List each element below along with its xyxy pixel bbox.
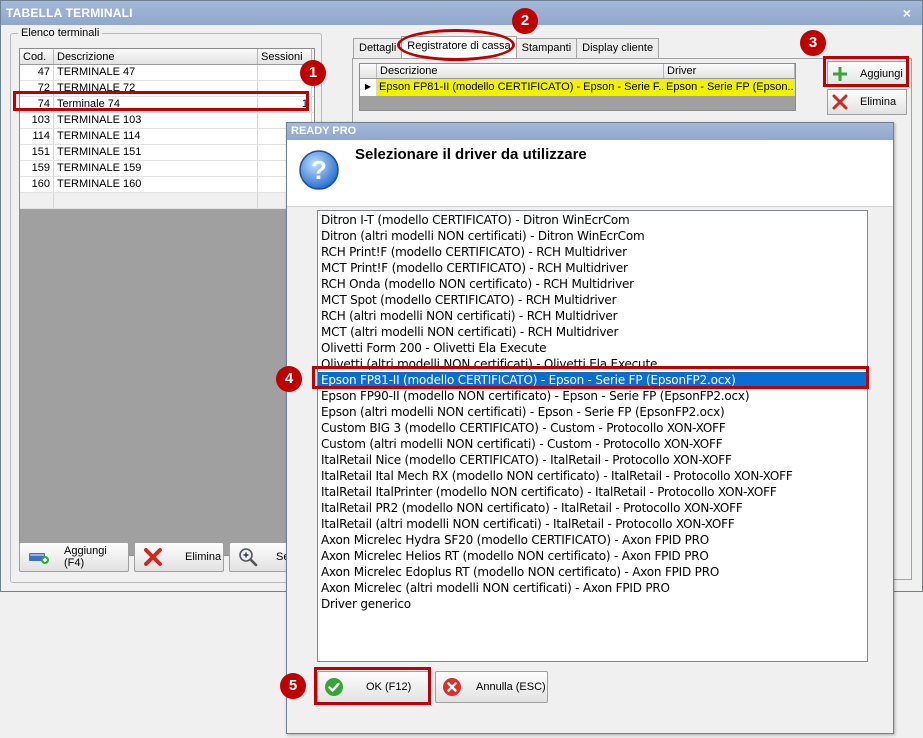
question-icon: ? bbox=[298, 149, 340, 191]
highlight-add-button bbox=[823, 56, 909, 87]
cell-driver: Epson - Serie FP (Epson... bbox=[664, 79, 795, 96]
table-row[interactable]: 151 TERMINALE 151 bbox=[20, 145, 314, 161]
table-row[interactable]: 114 TERMINALE 114 bbox=[20, 129, 314, 145]
list-item[interactable]: Ditron (altri modelli NON certificati) -… bbox=[318, 228, 867, 244]
delete-x-icon bbox=[832, 94, 848, 110]
cell-cod: 151 bbox=[20, 145, 54, 160]
tab-stampanti[interactable]: Stampanti bbox=[515, 38, 578, 58]
window-title: TABELLA TERMINALI bbox=[6, 6, 133, 20]
list-item[interactable]: ItalRetail PR2 (modello NON certificato)… bbox=[318, 500, 867, 516]
table-row-new[interactable] bbox=[20, 193, 314, 209]
annotation-marker-3: 3 bbox=[800, 30, 826, 56]
annotation-marker-5: 5 bbox=[280, 673, 306, 699]
highlight-ok-button bbox=[314, 667, 431, 705]
add-terminal-button[interactable]: Aggiungi (F4) bbox=[19, 542, 129, 572]
list-item[interactable]: Custom (altri modelli NON certificati) -… bbox=[318, 436, 867, 452]
cancel-label: Annulla (ESC) bbox=[476, 681, 546, 693]
cell-desc bbox=[54, 193, 258, 208]
table-row[interactable]: 160 TERMINALE 160 bbox=[20, 177, 314, 193]
column-header-driver[interactable]: Driver bbox=[664, 64, 795, 78]
cash-register-grid: Descrizione Driver ▶ Epson FP81-II (mode… bbox=[359, 63, 796, 111]
list-item[interactable]: MCT Print!F (modello CERTIFICATO) - RCH … bbox=[318, 260, 867, 276]
list-item[interactable]: Axon Micrelec Hydra SF20 (modello CERTIF… bbox=[318, 532, 867, 548]
cancel-button[interactable]: Annulla (ESC) bbox=[435, 671, 548, 703]
table-row[interactable]: ▶ Epson FP81-II (modello CERTIFICATO) - … bbox=[360, 79, 795, 96]
cell-desc: TERMINALE 114 bbox=[54, 129, 258, 144]
table-row[interactable]: 47 TERMINALE 47 bbox=[20, 65, 314, 81]
cell-cod: 103 bbox=[20, 113, 54, 128]
add-terminal-label: Aggiungi (F4) bbox=[64, 545, 107, 569]
delete-terminal-button[interactable]: Elimina bbox=[134, 542, 224, 572]
dialog-heading: Selezionare il driver da utilizzare bbox=[355, 146, 587, 163]
list-item[interactable]: ItalRetail ItalPrinter (modello NON cert… bbox=[318, 484, 867, 500]
search-zoom-icon bbox=[238, 547, 258, 567]
cell-cod: 159 bbox=[20, 161, 54, 176]
list-item[interactable]: Epson (altri modelli NON certificati) - … bbox=[318, 404, 867, 420]
close-button[interactable]: × bbox=[898, 4, 916, 22]
add-terminal-icon bbox=[28, 549, 50, 565]
row-indicator-header bbox=[360, 64, 377, 78]
annotation-marker-4: 4 bbox=[276, 366, 302, 392]
column-header-cod[interactable]: Cod. bbox=[20, 49, 54, 64]
table-row[interactable]: 159 TERMINALE 159 bbox=[20, 161, 314, 177]
terminals-group-label: Elenco terminali bbox=[18, 27, 103, 39]
cell-desc: Epson FP81-II (modello CERTIFICATO) - Ep… bbox=[377, 79, 664, 96]
cell-desc: TERMINALE 160 bbox=[54, 177, 258, 192]
list-item[interactable]: Olivetti Form 200 - Olivetti Ela Execute bbox=[318, 340, 867, 356]
delete-terminal-label: Elimina bbox=[185, 551, 222, 563]
cell-cod: 160 bbox=[20, 177, 54, 192]
cell-desc: TERMINALE 151 bbox=[54, 145, 258, 160]
cell-desc: TERMINALE 159 bbox=[54, 161, 258, 176]
cell-desc: TERMINALE 103 bbox=[54, 113, 258, 128]
cell-cod: 47 bbox=[20, 65, 54, 80]
list-item[interactable]: ItalRetail (altri modelli NON certificat… bbox=[318, 516, 867, 532]
row-indicator-arrow-icon: ▶ bbox=[360, 79, 377, 96]
dialog-header: ? Selezionare il driver da utilizzare bbox=[287, 140, 893, 207]
terminals-group: Elenco terminali Cod. Descrizione Sessio… bbox=[10, 27, 322, 583]
highlight-selected-driver bbox=[312, 366, 869, 389]
window-titlebar: TABELLA TERMINALI × bbox=[1, 1, 922, 25]
cell-cod: 114 bbox=[20, 129, 54, 144]
list-item[interactable]: RCH Onda (modello NON certificato) - RCH… bbox=[318, 276, 867, 292]
list-item[interactable]: RCH Print!F (modello CERTIFICATO) - RCH … bbox=[318, 244, 867, 260]
svg-text:?: ? bbox=[311, 155, 327, 185]
list-item[interactable]: Driver generico bbox=[318, 596, 867, 612]
terminals-toolbar: Aggiungi (F4) Elimina Se bbox=[19, 542, 315, 576]
terminals-grid: Cod. Descrizione Sessioni 47 TERMINALE 4… bbox=[19, 48, 315, 556]
driver-selection-dialog: READY PRO ? Selezionare il driver da uti… bbox=[286, 122, 894, 734]
highlight-terminal-row bbox=[13, 91, 309, 111]
tab-dettagli[interactable]: Dettagli bbox=[353, 38, 403, 58]
delete-driver-label: Elimina bbox=[860, 96, 897, 108]
list-item[interactable]: ItalRetail Nice (modello CERTIFICATO) - … bbox=[318, 452, 867, 468]
delete-x-icon bbox=[143, 547, 163, 567]
list-item[interactable]: Ditron I-T (modello CERTIFICATO) - Ditro… bbox=[318, 212, 867, 228]
list-item[interactable]: Axon Micrelec Edoplus RT (modello NON ce… bbox=[318, 564, 867, 580]
cancel-x-icon bbox=[442, 677, 462, 697]
table-row[interactable]: 103 TERMINALE 103 bbox=[20, 113, 314, 129]
tab-display-cliente[interactable]: Display cliente bbox=[576, 38, 660, 58]
annotation-marker-1: 1 bbox=[300, 60, 326, 86]
driver-list[interactable]: Ditron I-T (modello CERTIFICATO) - Ditro… bbox=[317, 210, 868, 662]
list-item[interactable]: ItalRetail Ital Mech RX (modello NON cer… bbox=[318, 468, 867, 484]
cell-cod bbox=[20, 193, 54, 208]
annotation-marker-2: 2 bbox=[512, 8, 538, 34]
terminals-grid-header: Cod. Descrizione Sessioni bbox=[20, 49, 314, 65]
highlight-tab bbox=[397, 29, 515, 61]
list-item[interactable]: MCT Spot (modello CERTIFICATO) - RCH Mul… bbox=[318, 292, 867, 308]
list-item[interactable]: RCH (altri modelli NON certificati) - RC… bbox=[318, 308, 867, 324]
list-item[interactable]: Epson FP90-II (modello NON certificato) … bbox=[318, 388, 867, 404]
delete-driver-button[interactable]: Elimina bbox=[827, 89, 907, 115]
cash-register-grid-header: Descrizione Driver bbox=[360, 64, 795, 79]
list-item[interactable]: Custom BIG 3 (modello CERTIFICATO) - Cus… bbox=[318, 420, 867, 436]
dialog-title: READY PRO bbox=[287, 123, 893, 140]
list-item[interactable]: MCT (altri modelli NON certificati) - RC… bbox=[318, 324, 867, 340]
cell-desc: TERMINALE 47 bbox=[54, 65, 258, 80]
column-header-descrizione[interactable]: Descrizione bbox=[54, 49, 258, 64]
column-header-descrizione[interactable]: Descrizione bbox=[377, 64, 664, 78]
list-item[interactable]: Axon Micrelec Helios RT (modello NON cer… bbox=[318, 548, 867, 564]
list-item[interactable]: Axon Micrelec (altri modelli NON certifi… bbox=[318, 580, 867, 596]
column-header-sessioni[interactable]: Sessioni bbox=[258, 49, 312, 64]
